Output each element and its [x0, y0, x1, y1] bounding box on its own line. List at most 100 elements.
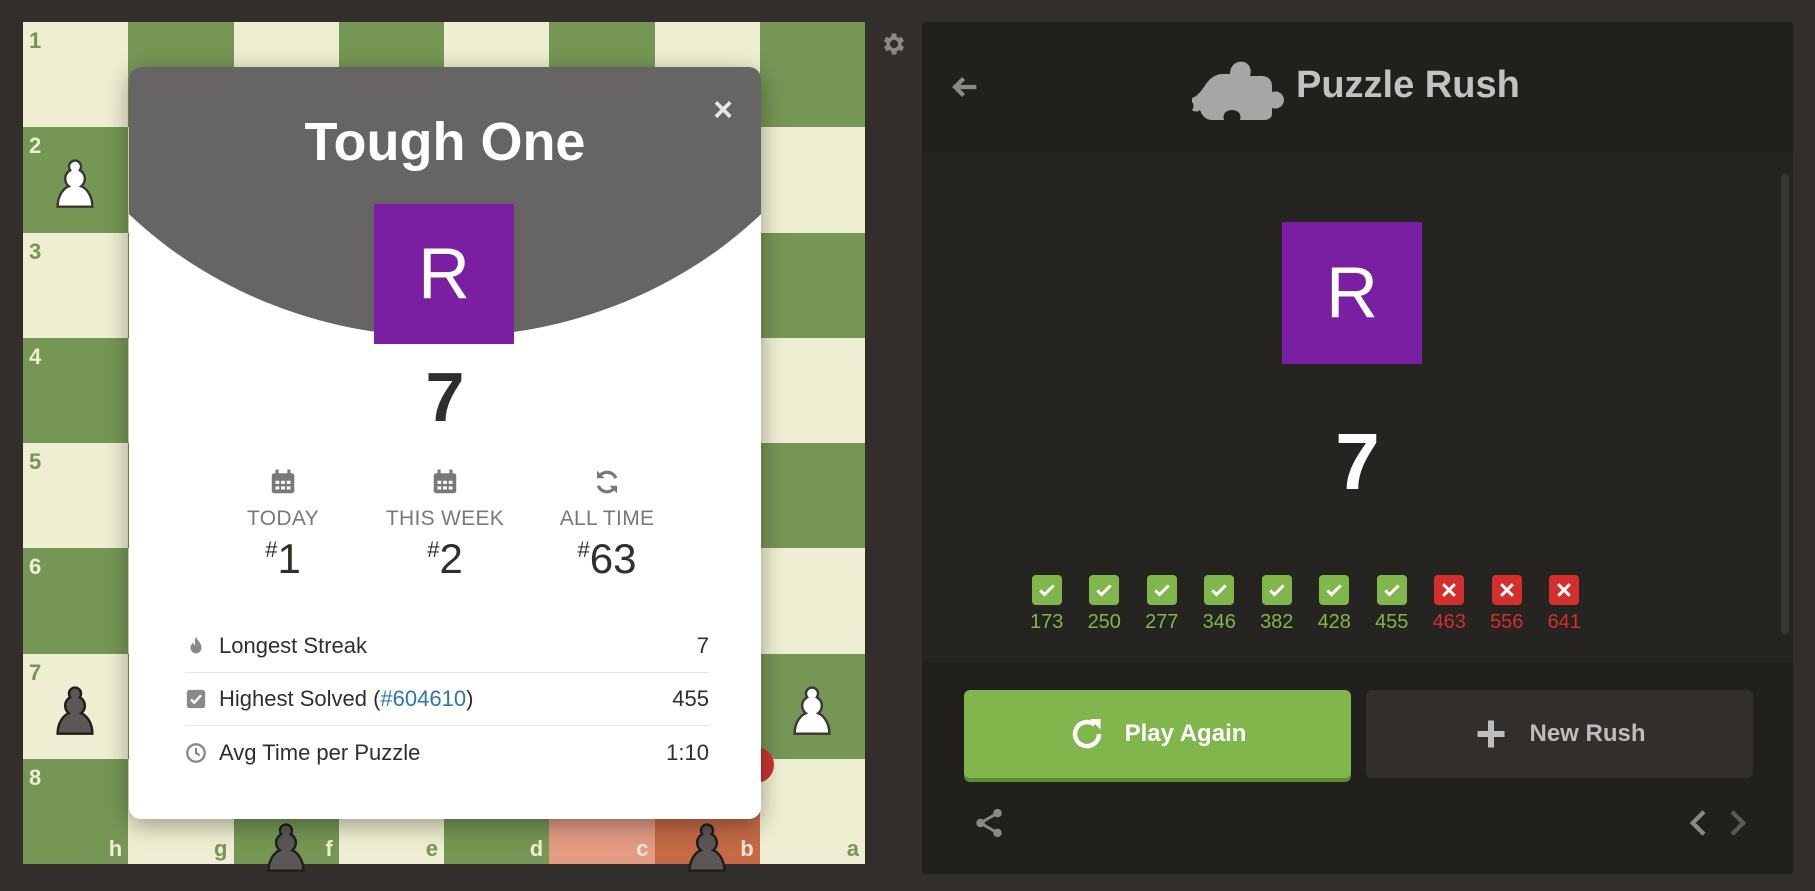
ranking-label: THIS WEEK — [385, 507, 505, 530]
board-square[interactable] — [759, 127, 865, 233]
file-label: g — [214, 836, 228, 861]
result-modal: Tough One × R 7 TODAY #1 THIS WEEK #2 AL… — [129, 67, 761, 819]
score: 7 — [1335, 417, 1380, 506]
check-icon — [1319, 575, 1350, 605]
rank-label: 5 — [29, 449, 42, 474]
puzzle-result[interactable]: 346 — [1191, 575, 1249, 634]
back-arrow-icon[interactable] — [948, 70, 982, 104]
black-pawn[interactable] — [41, 674, 109, 742]
file-label: b — [740, 836, 754, 861]
black-pawn[interactable] — [673, 811, 741, 879]
rank-label: 2 — [29, 133, 42, 159]
board-square[interactable]: 8h — [23, 758, 129, 864]
board-square[interactable]: 6 — [23, 548, 129, 654]
file-label: d — [529, 836, 544, 861]
stat-avg-time: Avg Time per Puzzle 1:10 — [185, 726, 709, 779]
board-square[interactable]: 1 — [23, 22, 129, 128]
puzzle-rating: 250 — [1087, 611, 1121, 633]
stat-value: 455 — [672, 686, 709, 711]
puzzle-result[interactable]: 382 — [1248, 575, 1306, 634]
ranking-today: TODAY #1 — [203, 467, 363, 583]
rank-label: 6 — [29, 554, 42, 580]
x-icon — [1549, 575, 1580, 605]
white-pawn[interactable] — [41, 147, 109, 215]
stat-value: 7 — [696, 633, 709, 658]
puzzle-rating: 556 — [1490, 611, 1524, 633]
file-label: e — [425, 836, 438, 861]
puzzle-result[interactable]: 428 — [1306, 575, 1364, 634]
puzzle-rating: 641 — [1547, 611, 1581, 633]
ranking-value: #63 — [577, 535, 637, 582]
panel-title: Puzzle Rush — [1296, 64, 1520, 106]
chevron-right-icon[interactable] — [1722, 806, 1752, 840]
puzzle-rush-panel: Puzzle Rush R 7 173 250 277 346 382 428 455 463… — [922, 22, 1793, 874]
puzzle-result[interactable]: 463 — [1421, 575, 1479, 634]
puzzle-link[interactable]: #604610 — [380, 686, 466, 711]
board-square[interactable] — [759, 443, 865, 549]
rank-label: 4 — [29, 343, 42, 369]
white-pawn[interactable] — [778, 674, 846, 742]
flame-icon — [190, 636, 202, 654]
board-square[interactable]: 4 — [23, 337, 129, 443]
stat-longest-streak: Longest Streak 7 — [185, 620, 709, 673]
ranking-label: TODAY — [247, 507, 319, 530]
stats-list: Longest Streak 7 Highest Solved (#604610… — [185, 620, 709, 779]
checkbox-icon — [186, 689, 206, 709]
puzzle-rating: 346 — [1202, 611, 1236, 633]
ranking-this-week: THIS WEEK #2 — [365, 467, 525, 583]
board-square[interactable] — [759, 653, 865, 759]
puzzle-results: 173 250 277 346 382 428 455 463 556 641 — [1018, 575, 1593, 634]
chevron-left-icon[interactable] — [1684, 806, 1714, 840]
play-again-button[interactable]: Play Again — [964, 690, 1351, 778]
board-square[interactable]: 7 — [23, 653, 129, 759]
ranking-value: #1 — [265, 535, 301, 582]
puzzle-result[interactable]: 250 — [1076, 575, 1134, 634]
puzzle-rating: 173 — [1030, 611, 1064, 633]
board-square[interactable]: a — [759, 758, 865, 864]
share-icon[interactable] — [972, 806, 1006, 840]
board-square[interactable]: 5 — [23, 443, 129, 549]
puzzle-rating: 463 — [1432, 611, 1466, 633]
close-icon[interactable]: × — [713, 91, 733, 130]
refresh-icon — [596, 470, 618, 494]
check-icon — [1376, 575, 1407, 605]
file-label: f — [325, 836, 333, 861]
puzzle-rating: 428 — [1317, 611, 1351, 633]
puzzle-piece-icon — [1192, 61, 1284, 120]
stat-label: Avg Time per Puzzle — [219, 739, 421, 765]
ranking-label: ALL TIME — [559, 507, 655, 530]
board-square[interactable] — [759, 232, 865, 338]
calendar-icon — [433, 469, 457, 494]
puzzle-result[interactable]: 173 — [1018, 575, 1076, 634]
rank-label: 1 — [29, 28, 42, 53]
new-rush-button[interactable]: New Rush — [1366, 690, 1753, 778]
puzzle-result[interactable]: 641 — [1536, 575, 1594, 634]
rank-label: 3 — [29, 238, 42, 264]
scrollbar[interactable] — [1781, 174, 1789, 634]
modal-title: Tough One — [304, 112, 586, 172]
x-icon — [1434, 575, 1465, 605]
puzzle-rating: 382 — [1260, 611, 1294, 633]
board-square[interactable] — [759, 22, 865, 128]
puzzle-rating: 277 — [1145, 611, 1179, 633]
board-square[interactable] — [759, 337, 865, 443]
calendar-icon — [271, 469, 295, 494]
plus-icon — [1477, 720, 1505, 748]
puzzle-result[interactable]: 277 — [1133, 575, 1191, 634]
black-pawn[interactable] — [252, 811, 320, 879]
board-square[interactable] — [759, 548, 865, 654]
board-square[interactable]: 3 — [23, 232, 129, 338]
stat-value: 1:10 — [666, 739, 709, 765]
stat-label: Longest Streak — [219, 633, 367, 658]
ranking-value: #2 — [427, 535, 463, 582]
check-icon — [1204, 575, 1235, 605]
rank-label: 7 — [29, 659, 42, 685]
board-square[interactable]: 2 — [23, 127, 129, 233]
gear-icon[interactable] — [880, 30, 908, 58]
puzzle-result[interactable]: 556 — [1478, 575, 1536, 634]
score: 7 — [425, 358, 465, 436]
refresh-icon — [1072, 719, 1101, 749]
puzzle-result[interactable]: 455 — [1363, 575, 1421, 634]
file-label: h — [108, 836, 123, 861]
rank-label: 8 — [29, 764, 42, 790]
